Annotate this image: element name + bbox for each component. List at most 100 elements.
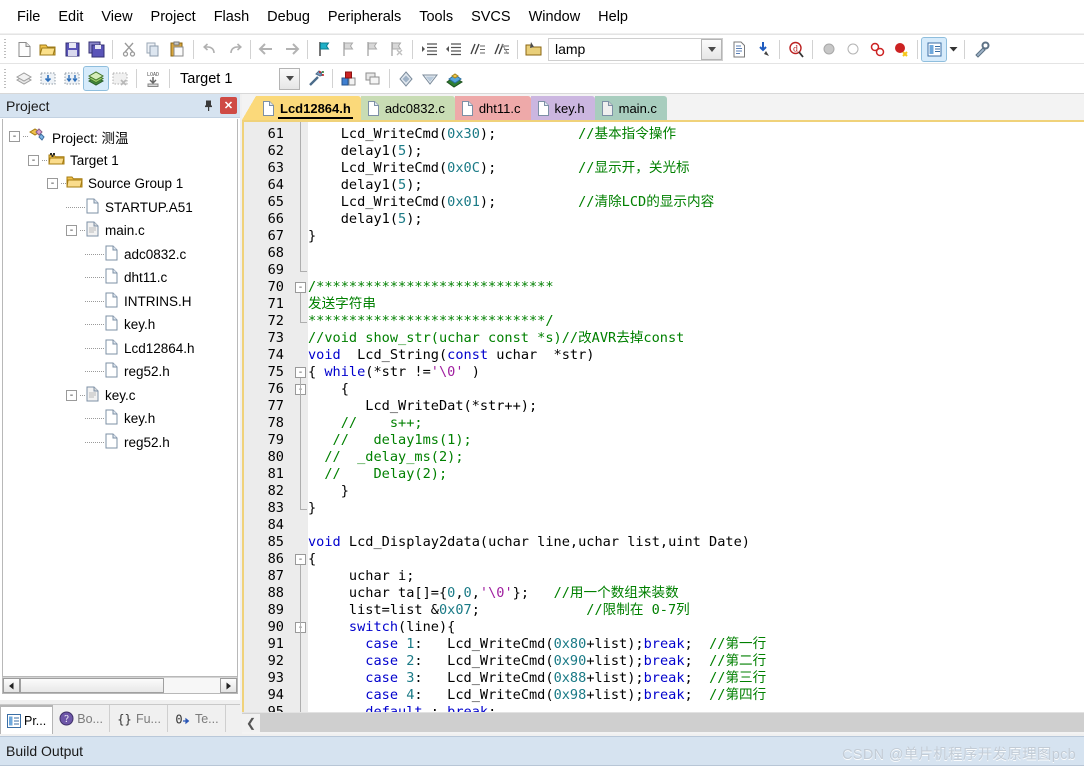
download-to-flash-icon[interactable]: LOAD xyxy=(141,67,165,90)
tree-item-key-h-2[interactable]: key.h xyxy=(3,407,237,431)
target-selector[interactable]: Target 1 xyxy=(176,67,300,90)
code-line[interactable]: uchar i; xyxy=(308,568,415,585)
debug-start-icon[interactable]: d xyxy=(784,38,808,61)
code-line[interactable]: switch(line){ xyxy=(308,619,455,636)
navigate-forward-icon[interactable] xyxy=(279,38,303,61)
indent-decrease-icon[interactable] xyxy=(441,38,465,61)
panel-tab-templates[interactable]: 0 Te... xyxy=(168,705,226,732)
toolbar-grip[interactable] xyxy=(2,68,9,89)
breakpoint-insert-icon[interactable] xyxy=(817,38,841,61)
tree-item-reg52-h[interactable]: reg52.h xyxy=(3,360,237,384)
code-line[interactable]: //void show_str(uchar const *s)//改AVR去掉c… xyxy=(308,330,684,347)
code-line[interactable]: { xyxy=(308,381,349,398)
code-line[interactable]: // s++; xyxy=(308,415,423,432)
project-window-icon[interactable] xyxy=(921,36,947,62)
editor-tab-adc0832-c[interactable]: adc0832.c xyxy=(360,96,455,120)
tree-expander-icon[interactable]: - xyxy=(9,131,20,143)
fold-toggle-icon[interactable]: - xyxy=(295,554,306,565)
code-text[interactable]: Lcd_WriteCmd(0x30); //基本指令操作 delay1(5); … xyxy=(308,122,1084,712)
code-line[interactable]: // _delay_ms(2); xyxy=(308,449,463,466)
tree-expander-icon[interactable]: - xyxy=(66,389,77,401)
chevron-down-icon[interactable] xyxy=(701,38,722,60)
code-line[interactable]: case 3: Lcd_WriteCmd(0x88+list);break; /… xyxy=(308,670,766,687)
panel-tab-functions[interactable]: {} Fu... xyxy=(110,705,168,732)
code-line[interactable]: { xyxy=(308,551,316,568)
scroll-left-icon[interactable]: ❮ xyxy=(242,713,260,732)
panel-tab-project[interactable]: Pr... xyxy=(0,705,54,734)
books-icon[interactable] xyxy=(442,67,466,90)
menu-help[interactable]: Help xyxy=(589,6,637,28)
dropdown-arrow-icon[interactable] xyxy=(946,38,960,61)
batch-build-icon[interactable] xyxy=(83,66,109,91)
tree-item-main-c[interactable]: - main.c xyxy=(3,219,237,243)
bookmark-prev-icon[interactable] xyxy=(336,38,360,61)
tree-item-dht11-c[interactable]: dht11.c xyxy=(3,266,237,290)
tree-expander-icon[interactable]: - xyxy=(28,154,39,166)
bookmark-clear-icon[interactable] xyxy=(384,38,408,61)
code-line[interactable]: } xyxy=(308,228,316,245)
tree-item-intrins-h[interactable]: INTRINS.H xyxy=(3,290,237,314)
editor-tab-dht11-c[interactable]: dht11.c xyxy=(454,96,531,120)
scroll-track[interactable] xyxy=(20,678,220,693)
code-line[interactable]: // delay1ms(1); xyxy=(308,432,472,449)
menu-debug[interactable]: Debug xyxy=(258,6,319,28)
code-pane[interactable]: 61 62 63 64 65 66 67 68 69 70 71 72 73 74 75 76 77 78 79 80… xyxy=(242,122,1084,712)
menu-view[interactable]: View xyxy=(92,6,141,28)
menu-flash[interactable]: Flash xyxy=(205,6,258,28)
code-line[interactable]: { while(*str !='\0' ) xyxy=(308,364,480,381)
scroll-track[interactable] xyxy=(260,713,1084,732)
menu-tools[interactable]: Tools xyxy=(410,6,462,28)
code-line[interactable]: case 4: Lcd_WriteCmd(0x98+list);break; /… xyxy=(308,687,766,704)
tree-item-target-1[interactable]: - Target 1 xyxy=(3,149,237,173)
undo-icon[interactable] xyxy=(198,38,222,61)
code-line[interactable]: void Lcd_String(const uchar *str) xyxy=(308,347,594,364)
configuration-wizard-icon[interactable] xyxy=(969,38,993,61)
find-in-files-icon[interactable] xyxy=(727,38,751,61)
tree-item-startup-a51[interactable]: STARTUP.A51 xyxy=(3,196,237,220)
pin-icon[interactable] xyxy=(200,97,217,114)
manage-run-env-icon[interactable] xyxy=(418,67,442,90)
project-tree[interactable]: - Project: 测温 - Target 1- Source Group 1 STAR… xyxy=(2,119,238,677)
project-tree-hscrollbar[interactable] xyxy=(2,677,238,694)
code-line[interactable]: } xyxy=(308,483,349,500)
scroll-thumb[interactable] xyxy=(20,678,164,693)
open-build-icon[interactable] xyxy=(522,38,546,61)
rebuild-all-icon[interactable] xyxy=(60,67,84,90)
paste-icon[interactable] xyxy=(165,38,189,61)
code-line[interactable]: delay1(5); xyxy=(308,211,423,228)
find-combo[interactable]: lamp xyxy=(548,37,723,61)
breakpoint-disable-icon[interactable] xyxy=(841,38,865,61)
code-line[interactable]: default : break; xyxy=(308,704,496,712)
menu-peripherals[interactable]: Peripherals xyxy=(319,6,410,28)
menu-file[interactable]: File xyxy=(8,6,49,28)
cut-icon[interactable] xyxy=(117,38,141,61)
tree-expander-icon[interactable]: - xyxy=(47,178,58,190)
code-line[interactable]: case 2: Lcd_WriteCmd(0x90+list);break; /… xyxy=(308,653,766,670)
pack-installer-icon[interactable] xyxy=(394,67,418,90)
manage-components-icon[interactable] xyxy=(337,67,361,90)
tree-item-source-group-1[interactable]: - Source Group 1 xyxy=(3,172,237,196)
bookmark-next-icon[interactable] xyxy=(360,38,384,61)
code-line[interactable]: // Delay(2); xyxy=(308,466,447,483)
close-icon[interactable]: ✕ xyxy=(220,97,237,114)
code-line[interactable]: /***************************** xyxy=(308,279,554,296)
redo-icon[interactable] xyxy=(222,38,246,61)
code-line[interactable]: void Lcd_Display2data(uchar line,uchar l… xyxy=(308,534,750,551)
code-line[interactable]: Lcd_WriteCmd(0x30); //基本指令操作 xyxy=(308,126,676,143)
new-file-icon[interactable] xyxy=(12,38,36,61)
tree-item-key-h[interactable]: key.h xyxy=(3,313,237,337)
tree-item-lcd12864-h[interactable]: Lcd12864.h xyxy=(3,337,237,361)
toolbar-grip[interactable] xyxy=(2,39,9,59)
save-icon[interactable] xyxy=(60,38,84,61)
code-line[interactable]: *****************************/ xyxy=(308,313,554,330)
indent-increase-icon[interactable] xyxy=(417,38,441,61)
tree-item-project[interactable]: - Project: 测温 xyxy=(3,125,237,149)
breakpoint-disable-all-icon[interactable] xyxy=(889,38,913,61)
menu-svcs[interactable]: SVCS xyxy=(462,6,520,28)
menu-project[interactable]: Project xyxy=(142,6,205,28)
build-target-icon[interactable] xyxy=(36,67,60,90)
stop-build-icon[interactable] xyxy=(108,67,132,90)
code-line[interactable]: delay1(5); xyxy=(308,143,423,160)
scroll-left-icon[interactable] xyxy=(3,678,20,693)
save-all-icon[interactable] xyxy=(84,38,108,61)
